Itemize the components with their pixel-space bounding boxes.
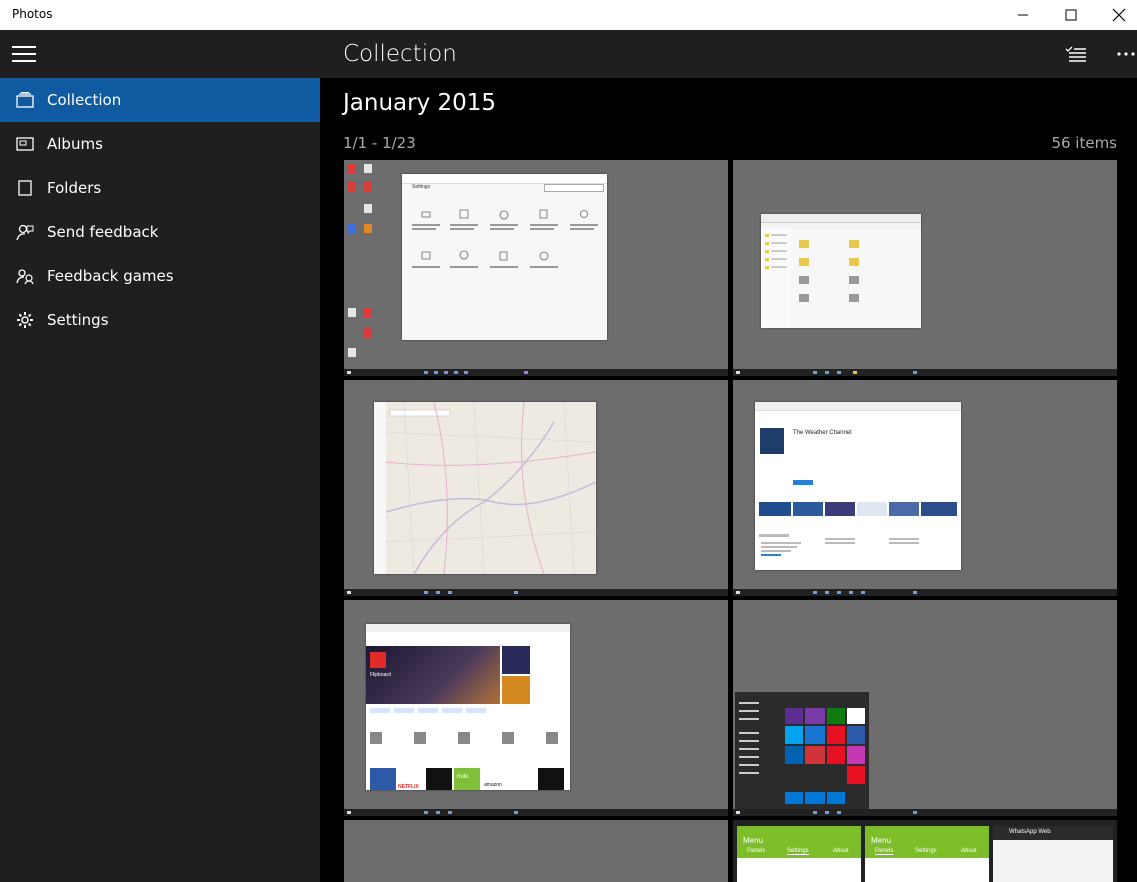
photo-thumbnail[interactable]: The Weather Channel [733,380,1117,596]
title-bar: Photos [0,0,1137,30]
gear-icon [14,309,36,331]
thumb-text: Menu [871,836,892,845]
thumb-text: Menu [743,836,764,845]
sidebar-item-folders[interactable]: Folders [0,166,320,210]
sidebar-item-settings[interactable]: Settings [0,298,320,342]
thumb-text: hulu [457,774,469,780]
sidebar-item-albums[interactable]: Albums [0,122,320,166]
sidebar-item-label: Send feedback [47,223,159,241]
date-range: 1/1 - 1/23 [343,134,416,152]
photo-thumbnail[interactable] [344,380,728,596]
thumb-text: About [833,848,849,854]
sidebar: Collection Albums Folders Send feedback … [0,30,320,882]
photo-thumbnail[interactable] [733,600,1117,816]
sidebar-item-label: Collection [47,91,122,109]
thumb-text: Settings [915,848,937,854]
thumb-text: The Weather Channel [793,430,852,436]
sidebar-item-collection[interactable]: Collection [0,78,320,122]
sidebar-item-send-feedback[interactable]: Send feedback [0,210,320,254]
folder-icon [14,177,36,199]
thumb-text: Flipboard [370,672,391,678]
photo-thumbnail[interactable] [344,820,728,882]
photo-thumbnail[interactable]: Settings [344,160,728,376]
item-count: 56 items [1051,134,1117,152]
thumb-text: NETFLIX [398,784,419,790]
photo-thumbnail[interactable]: Menu Panels Settings About Menu Panels S… [733,820,1117,882]
hamburger-menu-icon[interactable] [12,46,36,62]
sidebar-item-label: Feedback games [47,267,174,285]
select-button[interactable] [1058,38,1094,70]
feedback-icon [14,221,36,243]
maximize-icon [1065,9,1077,21]
page-title: Collection [343,41,457,67]
thumb-text: Settings [412,184,431,190]
month-title: January 2015 [343,90,497,116]
main-content: Collection January 2015 1/1 - 1/23 56 it… [320,30,1137,882]
minimize-icon [1018,14,1028,16]
more-options-button[interactable] [1108,38,1137,70]
thumb-text: Panels [747,848,766,854]
thumb-text: Panels [875,848,894,855]
maximize-button[interactable] [1048,0,1094,30]
photo-thumbnail[interactable]: Flipboard NETFLIX hulu amazon [344,600,728,816]
sidebar-item-label: Folders [47,179,102,197]
photo-thumbnail[interactable] [733,160,1117,376]
close-icon [1112,8,1126,22]
select-list-icon [1065,46,1086,62]
more-icon [1117,52,1135,56]
thumb-text: WhatsApp Web [1009,829,1051,835]
thumb-text: About [961,848,977,854]
close-button[interactable] [1096,0,1137,30]
minimize-button[interactable] [1000,0,1046,30]
sidebar-item-label: Settings [47,311,109,329]
sidebar-item-label: Albums [47,135,103,153]
collection-icon [14,89,36,111]
app-title: Photos [12,7,53,21]
feedback-games-icon [14,265,36,287]
thumb-text: Settings [787,848,809,855]
sidebar-item-feedback-games[interactable]: Feedback games [0,254,320,298]
header: Collection [320,30,1137,78]
thumb-text: amazon [484,782,502,788]
album-icon [14,133,36,155]
